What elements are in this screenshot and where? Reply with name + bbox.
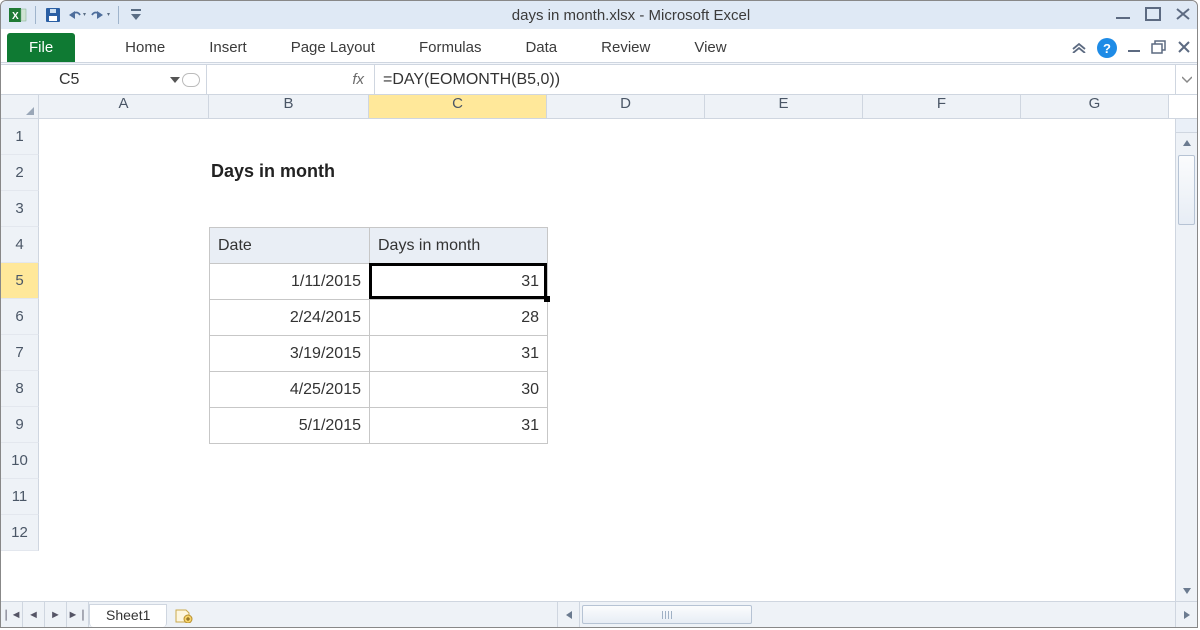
tab-file[interactable]: File [7,33,75,62]
close-icon[interactable] [1175,7,1191,24]
svg-text:X: X [12,11,19,22]
row-header-11[interactable]: 11 [1,479,39,515]
horizontal-scrollbar[interactable] [557,602,1197,627]
tab-review[interactable]: Review [579,33,672,62]
col-header-E[interactable]: E [705,95,863,118]
col-header-A[interactable]: A [39,95,209,118]
cell-C7[interactable]: 31 [369,335,548,372]
help-icon[interactable]: ? [1097,38,1117,58]
sheet-tab-bar: ❘◄ ◄ ► ►❘ Sheet1 [1,601,1197,627]
formula-bar-expand-icon[interactable] [1175,65,1197,94]
tab-nav-next-icon[interactable]: ► [45,602,67,627]
row-header-8[interactable]: 8 [1,371,39,407]
workbook-minimize-icon[interactable] [1127,40,1141,56]
separator [35,6,36,24]
cell-C5[interactable]: 31 [369,263,548,300]
tab-nav-first-icon[interactable]: ❘◄ [1,602,23,627]
minimize-icon[interactable] [1115,7,1131,23]
tab-data[interactable]: Data [503,33,579,62]
excel-app-icon[interactable]: X [7,4,29,26]
undo-button[interactable] [66,4,88,26]
tab-view[interactable]: View [672,33,748,62]
row-headers: 1 2 3 4 5 6 7 8 9 10 11 12 [1,119,39,601]
cell-B7[interactable]: 3/19/2015 [209,335,370,372]
col-header-B[interactable]: B [209,95,369,118]
name-box-expand[interactable] [182,73,200,87]
cell-grid[interactable]: Days in month Date Days in month 1/11/20… [39,119,1197,601]
fill-handle[interactable] [544,296,550,302]
window-title: days in month.xlsx - Microsoft Excel [147,7,1115,24]
name-box[interactable]: C5 [1,65,207,94]
fx-label[interactable]: fx [207,65,375,94]
tab-page-layout[interactable]: Page Layout [269,33,397,62]
workbook-close-icon[interactable] [1177,40,1191,57]
split-box[interactable] [1176,119,1197,133]
formula-input[interactable]: =DAY(EOMONTH(B5,0)) [375,65,1175,94]
cell-B8[interactable]: 4/25/2015 [209,371,370,408]
table-header-days[interactable]: Days in month [369,227,548,264]
col-header-C[interactable]: C [369,95,547,118]
cell-C9[interactable]: 31 [369,407,548,444]
formula-bar: C5 fx =DAY(EOMONTH(B5,0)) [1,65,1197,95]
select-all-button[interactable] [1,95,39,118]
redo-button[interactable] [90,4,112,26]
maximize-icon[interactable] [1145,7,1161,24]
row-header-1[interactable]: 1 [1,119,39,155]
cell-C8[interactable]: 30 [369,371,548,408]
vscroll-thumb[interactable] [1178,155,1195,225]
row-header-3[interactable]: 3 [1,191,39,227]
tab-home[interactable]: Home [103,33,187,62]
new-sheet-icon[interactable] [171,602,197,627]
tab-formulas[interactable]: Formulas [397,33,504,62]
ribbon-minimize-icon[interactable] [1071,40,1087,56]
tab-nav-prev-icon[interactable]: ◄ [23,602,45,627]
cell-C6[interactable]: 28 [369,299,548,336]
title-bar: X days in month.xlsx - Microsoft Excel [1,1,1197,29]
col-header-D[interactable]: D [547,95,705,118]
col-header-F[interactable]: F [863,95,1021,118]
col-header-G[interactable]: G [1021,95,1169,118]
table-header-date[interactable]: Date [209,227,370,264]
chevron-down-icon[interactable] [170,77,180,83]
row-header-7[interactable]: 7 [1,335,39,371]
separator [118,6,119,24]
scroll-up-icon[interactable] [1176,133,1197,153]
column-headers: A B C D E F G [1,95,1197,119]
save-icon[interactable] [42,4,64,26]
cell-B6[interactable]: 2/24/2015 [209,299,370,336]
name-box-value: C5 [59,71,79,89]
section-title: Days in month [211,161,335,182]
scroll-down-icon[interactable] [1176,581,1197,601]
row-header-9[interactable]: 9 [1,407,39,443]
row-header-12[interactable]: 12 [1,515,39,551]
row-header-6[interactable]: 6 [1,299,39,335]
qat-customize-icon[interactable] [125,4,147,26]
hscroll-thumb[interactable] [582,605,752,624]
tab-nav-last-icon[interactable]: ►❘ [67,602,89,627]
row-header-4[interactable]: 4 [1,227,39,263]
scroll-left-icon[interactable] [558,602,580,627]
row-header-10[interactable]: 10 [1,443,39,479]
tab-insert[interactable]: Insert [187,33,269,62]
scroll-right-icon[interactable] [1175,602,1197,627]
sheet-tab[interactable]: Sheet1 [89,604,167,627]
cell-B5[interactable]: 1/11/2015 [209,263,370,300]
row-header-5[interactable]: 5 [1,263,39,299]
cell-B9[interactable]: 5/1/2015 [209,407,370,444]
ribbon: File Home Insert Page Layout Formulas Da… [1,29,1197,63]
vertical-scrollbar[interactable] [1175,119,1197,601]
workbook-restore-icon[interactable] [1151,40,1167,57]
row-header-2[interactable]: 2 [1,155,39,191]
